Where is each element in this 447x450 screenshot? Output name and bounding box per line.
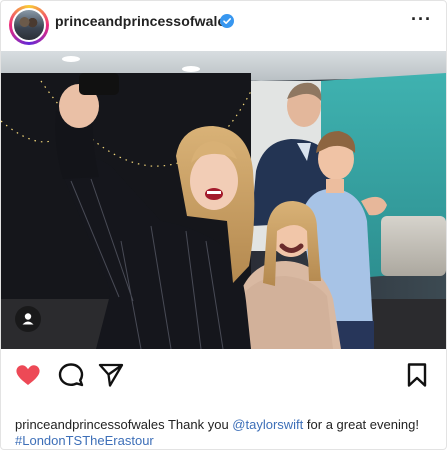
verified-badge-icon xyxy=(220,14,234,28)
post-photo[interactable] xyxy=(1,51,446,349)
story-ring[interactable] xyxy=(9,5,49,45)
avatar[interactable] xyxy=(12,8,46,42)
post-username[interactable]: princeandprincessofwales xyxy=(55,13,233,29)
caption-text-2: for a great evening! xyxy=(303,417,419,432)
post-header: princeandprincessofwales ··· xyxy=(1,1,446,51)
caption-text: Thank you xyxy=(164,417,233,432)
person-tag-icon[interactable] xyxy=(15,306,41,332)
caption-hashtag[interactable]: #LondonTSTheErastour xyxy=(15,433,154,448)
heart-filled-icon[interactable] xyxy=(14,361,42,389)
send-icon[interactable] xyxy=(97,361,125,389)
more-options-icon[interactable]: ··· xyxy=(411,9,432,30)
caption-username[interactable]: princeandprincessofwales xyxy=(15,417,165,432)
comment-icon[interactable] xyxy=(57,361,85,389)
post-card: princeandprincessofwales ··· princeandpr… xyxy=(0,0,447,450)
post-caption: princeandprincessofwales Thank you @tayl… xyxy=(15,417,435,449)
action-bar xyxy=(1,355,446,395)
photo-image xyxy=(1,51,446,349)
bookmark-icon[interactable] xyxy=(403,361,431,389)
caption-mention[interactable]: @taylorswift xyxy=(232,417,303,432)
